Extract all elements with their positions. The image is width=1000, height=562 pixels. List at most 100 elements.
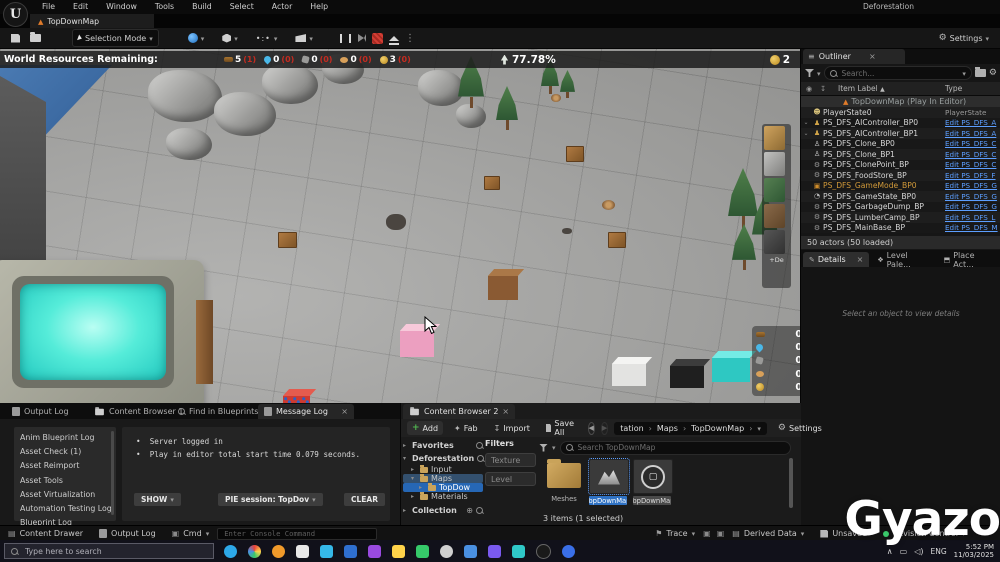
- back-button[interactable]: ◀: [588, 422, 595, 435]
- asset-tile-topdownmap-world[interactable]: ▢ TopDownMap: [633, 459, 673, 505]
- new-folder-icon[interactable]: [975, 69, 986, 77]
- revision-control-button[interactable]: Revision Control: [875, 526, 973, 541]
- taskbar-app-icon[interactable]: [296, 545, 309, 558]
- windows-search-box[interactable]: [4, 543, 214, 559]
- unit-actor[interactable]: [562, 228, 572, 234]
- breadcrumb[interactable]: tation › Maps › TopDownMap ›: [614, 422, 767, 435]
- pillar-actor[interactable]: [196, 300, 213, 384]
- save-button[interactable]: [6, 30, 25, 46]
- log-category[interactable]: Asset Tools: [20, 476, 116, 490]
- outliner-row[interactable]: PS_DFS_LumberCamp_BPEdit PS_DFS_L: [801, 212, 1000, 223]
- favorites-row[interactable]: ▸Favorites: [403, 439, 483, 452]
- derived-data-dropdown[interactable]: Derived Data: [724, 526, 812, 541]
- edit-blueprint-link[interactable]: Edit PS_DFS_M: [945, 223, 1000, 232]
- taskbar-app-icon[interactable]: [562, 545, 575, 558]
- taskbar-app-icon[interactable]: [272, 545, 285, 558]
- rock-actor[interactable]: [262, 64, 318, 104]
- taskbar-app-icon[interactable]: [368, 545, 381, 558]
- asset-tile-topdownmap-level[interactable]: TopDownMap: [589, 459, 629, 505]
- collection-row[interactable]: ▸Collection: [403, 504, 483, 517]
- brown-cube-actor[interactable]: [488, 276, 518, 300]
- add-collection-icon[interactable]: [466, 506, 473, 515]
- filter-icon[interactable]: [805, 69, 814, 77]
- cyan-cube-actor[interactable]: [712, 358, 750, 382]
- viewport[interactable]: World Resources Remaining: 5(1) 0(0) 0(0…: [0, 48, 800, 403]
- search-icon[interactable]: [477, 455, 484, 462]
- asset-palette[interactable]: +De: [762, 124, 791, 288]
- edit-blueprint-link[interactable]: Edit PS_DFS_F: [945, 171, 1000, 180]
- edit-blueprint-link[interactable]: Edit PS_DFS_C: [945, 139, 1000, 148]
- play-options-button[interactable]: [402, 30, 418, 46]
- asset-search[interactable]: [560, 441, 791, 455]
- close-icon[interactable]: [502, 407, 509, 416]
- outliner-row[interactable]: PlayerState0PlayerState: [801, 107, 1000, 118]
- filter-chip-texture[interactable]: Texture: [485, 453, 536, 467]
- outliner-row[interactable]: PS_DFS_FoodStore_BPEdit PS_DFS_F: [801, 170, 1000, 181]
- stump-actor[interactable]: [602, 200, 615, 210]
- unit-actor[interactable]: [386, 214, 406, 230]
- rock-actor[interactable]: [166, 128, 212, 160]
- show-filter-button[interactable]: SHOW: [134, 493, 181, 506]
- outliner-settings-icon[interactable]: [989, 68, 997, 78]
- cinematics-dropdown[interactable]: [290, 30, 318, 46]
- taskbar-app-icon[interactable]: [224, 545, 237, 558]
- edit-blueprint-link[interactable]: Edit PS_DFS_A: [945, 118, 1000, 127]
- tab-place-actors[interactable]: Place Act...: [938, 252, 999, 267]
- tab-outliner[interactable]: Outliner: [803, 49, 905, 64]
- menu-build[interactable]: Build: [183, 0, 221, 14]
- import-button[interactable]: Import: [489, 421, 535, 435]
- edit-blueprint-link[interactable]: Edit PS_DFS_G: [945, 192, 1000, 201]
- outliner-row[interactable]: PS_DFS_GameMode_BP0Edit PS_DFS_G: [801, 181, 1000, 192]
- taskbar-app-icon[interactable]: [344, 545, 357, 558]
- palette-misc-thumb[interactable]: [764, 230, 785, 254]
- outliner-row[interactable]: PS_DFS_Clone_BP0Edit PS_DFS_C: [801, 139, 1000, 150]
- selection-mode-dropdown[interactable]: Selection Mode: [72, 29, 159, 47]
- save-all-button[interactable]: Save All: [541, 421, 582, 435]
- tab-output-log[interactable]: Output Log: [6, 404, 75, 419]
- menu-file[interactable]: File: [33, 0, 64, 14]
- chevron-down-icon[interactable]: [552, 443, 556, 452]
- stop-button[interactable]: [370, 30, 386, 46]
- stump-actor[interactable]: [551, 94, 561, 102]
- unsaved-indicator[interactable]: Unsaved: [812, 526, 875, 541]
- blueprints-dropdown[interactable]: [183, 30, 210, 46]
- tab-details[interactable]: Details: [803, 252, 869, 267]
- quick-add-dropdown[interactable]: [217, 30, 243, 46]
- scrollbar[interactable]: [111, 431, 114, 515]
- taskbar-app-icon[interactable]: [416, 545, 429, 558]
- tree-actor[interactable]: [560, 70, 575, 98]
- taskbar-app-icon[interactable]: [512, 545, 525, 558]
- edit-blueprint-link[interactable]: Edit PS_DFS_G: [945, 202, 1000, 211]
- taskbar-app-icon[interactable]: [320, 545, 333, 558]
- content-drawer-button[interactable]: Content Drawer: [0, 526, 91, 541]
- white-cube-actor[interactable]: [612, 364, 646, 386]
- tab-message-log[interactable]: Message Log: [258, 404, 354, 419]
- taskbar-app-icon[interactable]: [488, 545, 501, 558]
- eject-button[interactable]: [386, 30, 402, 46]
- capture-icon[interactable]: [717, 529, 725, 538]
- console-input[interactable]: [222, 528, 372, 539]
- menu-window[interactable]: Window: [97, 0, 146, 14]
- pin-column-icon[interactable]: [820, 84, 826, 93]
- menu-tools[interactable]: Tools: [146, 0, 183, 14]
- folder-topdown[interactable]: ▸TopDow: [403, 483, 483, 492]
- rock-actor[interactable]: [214, 92, 276, 136]
- cmd-dropdown[interactable]: Cmd: [164, 526, 218, 541]
- taskbar-clock[interactable]: 5:52 PM 11/03/2025: [954, 543, 998, 559]
- tree-actor[interactable]: [496, 86, 518, 130]
- tray-expand-icon[interactable]: ∧: [887, 547, 893, 556]
- folder-maps[interactable]: ▾Maps: [403, 474, 483, 483]
- crate-actor[interactable]: [278, 232, 297, 248]
- unreal-logo-icon[interactable]: U: [3, 2, 28, 27]
- windows-search-input[interactable]: [23, 546, 207, 557]
- close-icon[interactable]: [857, 255, 864, 264]
- taskbar-unreal-icon[interactable]: [536, 544, 551, 559]
- menu-edit[interactable]: Edit: [64, 0, 97, 14]
- language-indicator[interactable]: ENG: [930, 547, 946, 556]
- log-category[interactable]: Asset Virtualization: [20, 490, 116, 504]
- pause-button[interactable]: [338, 30, 354, 46]
- output-log-button[interactable]: Output Log: [91, 526, 164, 541]
- cb-settings-button[interactable]: Settings: [773, 421, 827, 435]
- outliner-row[interactable]: PS_DFS_MainBase_BPEdit PS_DFS_M: [801, 223, 1000, 234]
- visibility-column-icon[interactable]: [806, 84, 812, 93]
